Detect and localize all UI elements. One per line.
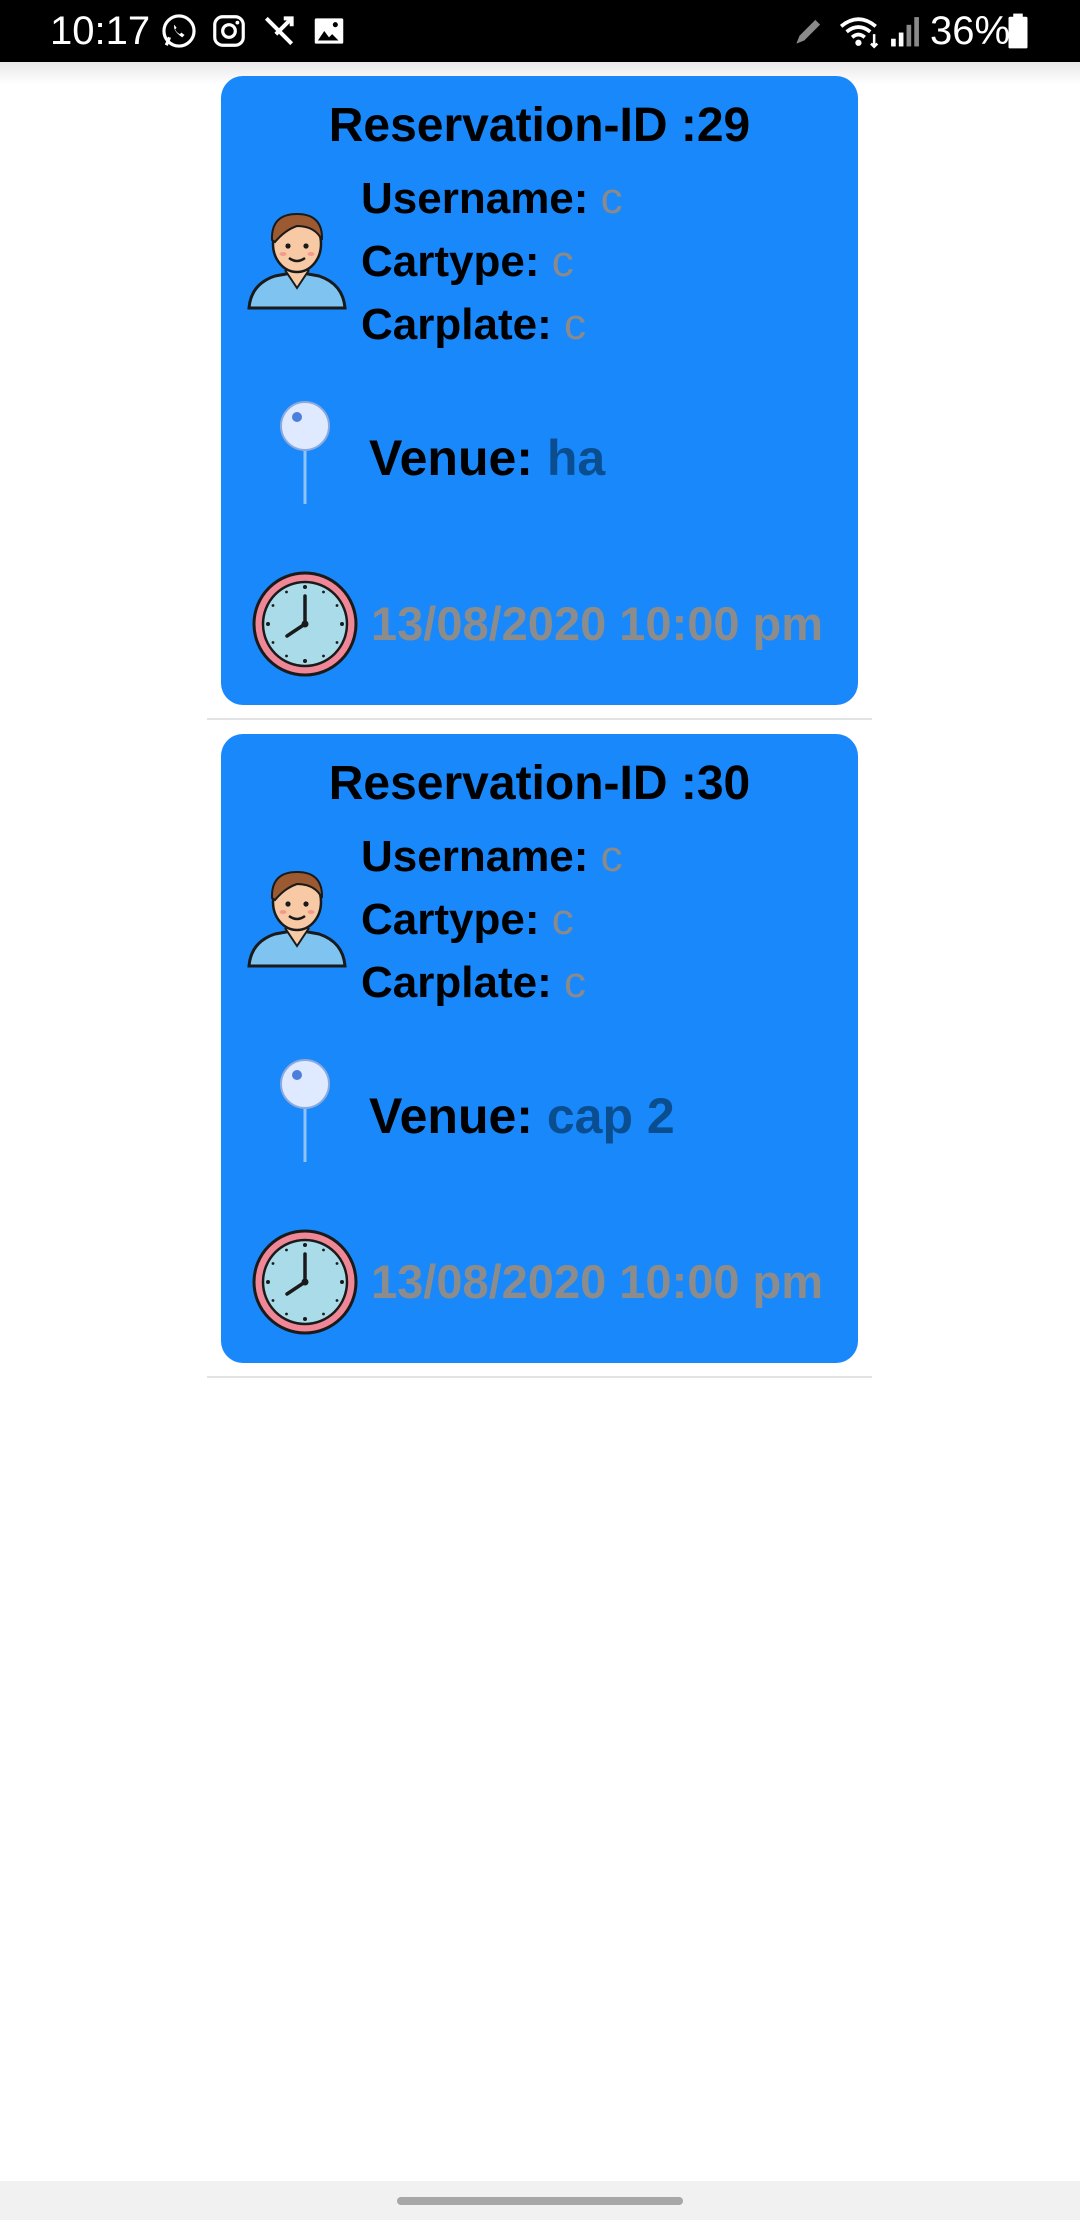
battery-icon — [1008, 13, 1028, 49]
clock-icon — [252, 1229, 358, 1335]
user-avatar-icon — [247, 212, 347, 310]
instagram-icon — [213, 15, 245, 47]
gallery-icon — [314, 18, 344, 44]
reservation-id-title: Reservation-ID :30 — [328, 757, 751, 810]
list-divider — [207, 718, 872, 720]
user-avatar-icon — [247, 870, 347, 968]
reservation-datetime: 13/08/2020 10:00 pm — [371, 597, 824, 650]
username-row: Username: c — [361, 172, 623, 226]
battery-percent: 36% — [930, 9, 1011, 53]
venue-label: Venue: — [369, 1088, 533, 1144]
edit-icon — [796, 19, 821, 44]
cartype-row: Cartype: c — [361, 235, 574, 289]
status-time: 10:17 — [50, 9, 151, 53]
reservation-id-title: Reservation-ID :29 — [328, 99, 751, 152]
venue-value: cap 2 — [546, 1088, 675, 1144]
reservation-card[interactable]: Reservation-ID :30 Username: c Cartype: … — [221, 734, 858, 1363]
venue-label: Venue: — [369, 430, 533, 486]
signal-icon — [891, 17, 919, 47]
reservations-screen: 10:17 36% Reservation-ID:29 Username: c… — [0, 0, 1080, 2220]
username-value: c — [600, 832, 623, 881]
username-label: Username: — [361, 174, 589, 223]
username-label: Username: — [361, 832, 589, 881]
whatsapp-icon — [162, 14, 196, 48]
carplate-label: Carplate: — [361, 300, 552, 349]
cartype-label: Cartype: — [361, 237, 540, 286]
carplate-label: Carplate: — [361, 958, 552, 1007]
carplate-row: Carplate: c — [361, 298, 586, 352]
cartype-value: c — [551, 895, 574, 944]
carplate-row: Carplate: c — [361, 956, 586, 1010]
username-row: Username: c — [361, 830, 623, 884]
carplate-value: c — [563, 958, 586, 1007]
home-gesture-handle[interactable] — [397, 2197, 683, 2205]
location-pin-icon — [280, 401, 330, 504]
navigation-bar — [0, 2181, 1080, 2220]
username-value: c — [600, 174, 623, 223]
venue-row: Venue: ha — [369, 428, 605, 488]
list-divider — [207, 1376, 872, 1378]
carplate-value: c — [563, 300, 586, 349]
reservation-datetime: 13/08/2020 10:00 pm — [371, 1255, 824, 1308]
cartype-label: Cartype: — [361, 895, 540, 944]
venue-row: Venue: cap 2 — [369, 1086, 675, 1146]
wifi-icon — [839, 17, 879, 49]
venue-value: ha — [546, 430, 606, 486]
cartype-value: c — [551, 237, 574, 286]
cartype-row: Cartype: c — [361, 893, 574, 947]
location-pin-icon — [280, 1059, 330, 1162]
clock-icon — [252, 571, 358, 677]
missed-call-icon — [264, 16, 294, 46]
reservation-card[interactable]: Reservation-ID :29 Username: c Cartype: … — [221, 76, 858, 705]
status-bar: 10:17 36% — [0, 0, 1080, 62]
